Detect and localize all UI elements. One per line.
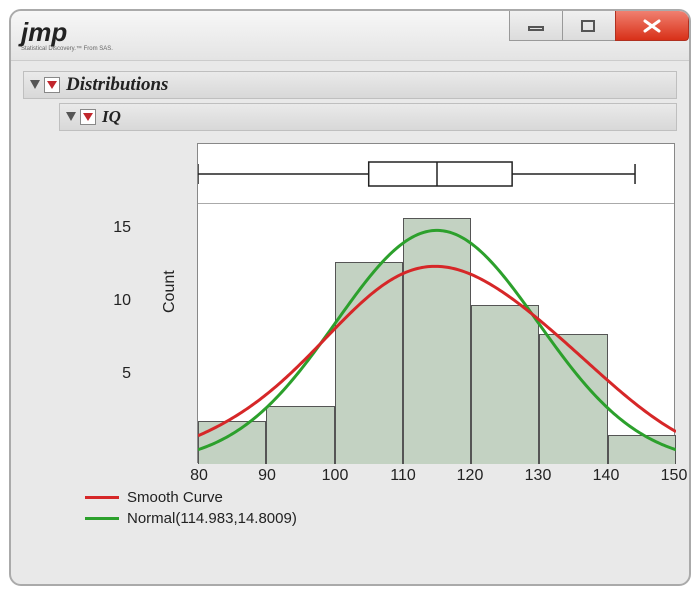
x-tick: 130 [523,467,553,485]
outline-variable[interactable]: IQ [59,103,677,131]
legend-item-smooth: Smooth Curve [85,487,297,508]
y-tick: 5 [101,365,131,383]
legend-label-smooth: Smooth Curve [127,487,223,508]
y-tick: 15 [101,219,131,237]
boxplot [198,144,676,204]
legend-swatch-smooth [85,496,119,499]
app-logo: jmp Statistical Discovery.™ From SAS. [21,19,113,52]
legend: Smooth Curve Normal(114.983,14.8009) [85,487,297,529]
outline-distributions[interactable]: Distributions [23,71,677,99]
app-logo-text: jmp [21,19,67,45]
x-tick: 110 [388,467,418,485]
titlebar: jmp Statistical Discovery.™ From SAS. [11,11,689,61]
histogram-pane[interactable] [198,204,674,464]
disclosure-triangle-icon[interactable] [64,110,78,124]
chart-area: Count 5 10 15 80 90 100 110 120 130 140 … [59,137,677,517]
red-triangle-menu[interactable] [80,109,96,125]
overlay-curves [198,204,676,464]
minimize-button[interactable] [509,11,563,41]
x-tick: 100 [320,467,350,485]
boxplot-pane[interactable] [198,144,674,204]
legend-swatch-normal [85,517,119,520]
x-tick: 140 [591,467,621,485]
x-tick: 90 [252,467,282,485]
outline-variable-label: IQ [102,107,121,127]
legend-item-normal: Normal(114.983,14.8009) [85,508,297,529]
disclosure-triangle-icon[interactable] [28,78,42,92]
red-triangle-menu[interactable] [44,77,60,93]
minimize-icon [527,19,545,33]
outline-distributions-label: Distributions [66,74,168,96]
close-button[interactable] [615,11,689,41]
close-icon [641,18,663,34]
y-tick: 10 [101,292,131,310]
maximize-icon [580,19,598,33]
app-window: jmp Statistical Discovery.™ From SAS. [9,9,691,586]
y-axis-label: Count [161,270,179,313]
x-tick: 150 [659,467,689,485]
x-tick: 120 [455,467,485,485]
x-tick: 80 [184,467,214,485]
window-buttons [510,11,689,60]
legend-label-normal: Normal(114.983,14.8009) [127,508,297,529]
plot-stack[interactable] [197,143,675,463]
maximize-button[interactable] [562,11,616,41]
content-area: Distributions IQ Count 5 10 15 80 90 100… [11,61,689,525]
